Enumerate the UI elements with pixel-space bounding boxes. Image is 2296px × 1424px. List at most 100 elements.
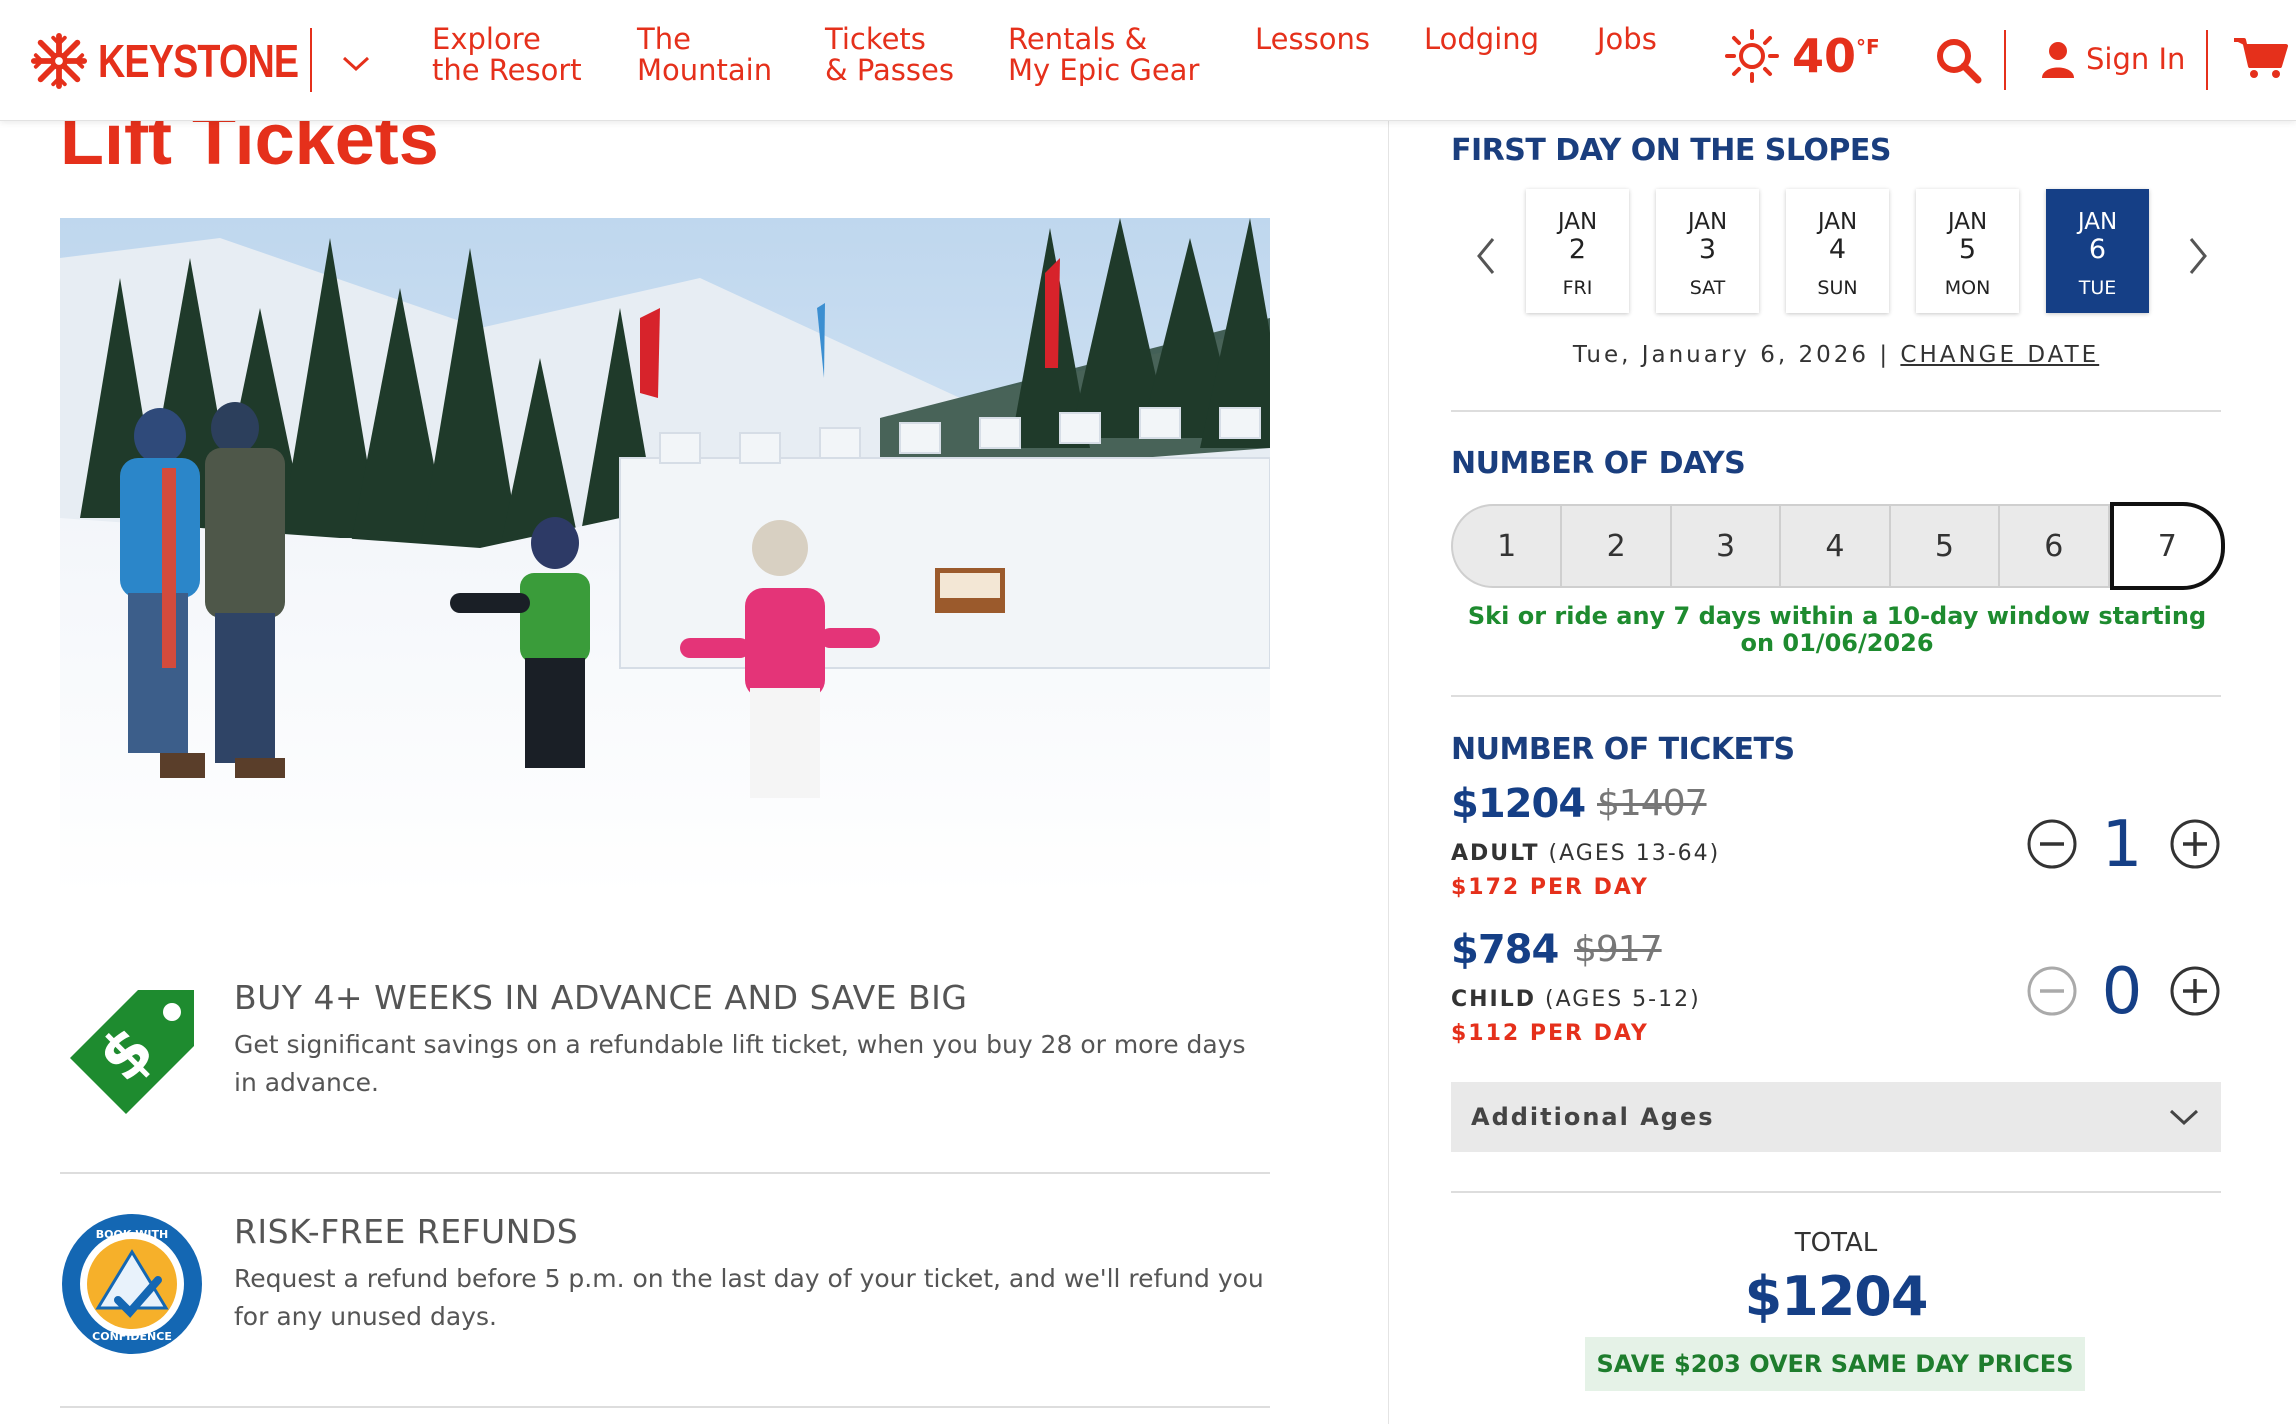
- chevron-left-icon[interactable]: [1471, 231, 1501, 281]
- child-increment-button[interactable]: [2169, 965, 2221, 1017]
- date-option-jan-5[interactable]: JAN 5 MON: [1916, 189, 2019, 313]
- date-weekday: SAT: [1689, 277, 1726, 299]
- date-option-jan-6[interactable]: JAN 6 TUE: [2046, 189, 2149, 313]
- book-with-confidence-icon: BOOK WITH CONFIDENCE: [62, 1214, 202, 1354]
- number-of-tickets-title: NUMBER OF TICKETS: [1451, 732, 1795, 767]
- days-option-3[interactable]: 3: [1672, 506, 1782, 586]
- date-option-jan-3[interactable]: JAN 3 SAT: [1656, 189, 1759, 313]
- nav-jobs[interactable]: Jobs: [1597, 24, 1657, 55]
- date-weekday: FRI: [1562, 277, 1593, 299]
- date-option-jan-2[interactable]: JAN 2 FRI: [1526, 189, 1629, 313]
- days-option-7[interactable]: 7: [2109, 502, 2225, 590]
- nav-label-line2: Mountain: [637, 53, 773, 87]
- brand-name: KEYSTONE: [98, 35, 299, 87]
- adult-per-day-price: $172 PER DAY: [1451, 875, 1649, 900]
- days-option-6[interactable]: 6: [2000, 506, 2110, 586]
- nav-label-line1: Rentals &: [1008, 22, 1148, 56]
- section-divider: [1451, 695, 2221, 697]
- chevron-down-icon: [2169, 1109, 2199, 1126]
- logo-divider: [310, 28, 312, 92]
- nav-label-line2: My Epic Gear: [1008, 53, 1200, 87]
- date-day: 3: [1698, 234, 1717, 265]
- header-divider: [2004, 30, 2006, 90]
- date-weekday: MON: [1944, 277, 1991, 299]
- date-month: JAN: [2077, 209, 2118, 235]
- search-icon[interactable]: [1934, 36, 1982, 84]
- chevron-down-icon[interactable]: [338, 48, 374, 78]
- sign-in-link[interactable]: Sign In: [2040, 40, 2185, 78]
- ticket-type: ADULT: [1451, 841, 1540, 866]
- ticket-type: CHILD: [1451, 987, 1537, 1012]
- temperature-unit: °F: [1856, 35, 1880, 59]
- days-note-line1: Ski or ride any 7 days within a 10-day w…: [1467, 602, 2207, 630]
- section-divider: [1451, 410, 2221, 412]
- date-month: JAN: [1687, 209, 1728, 235]
- number-of-days-selector: 1 2 3 4 5 6 7: [1451, 502, 2225, 590]
- child-per-day-price: $112 PER DAY: [1451, 1021, 1649, 1046]
- savings-badge: SAVE $203 OVER SAME DAY PRICES: [1585, 1337, 2085, 1391]
- adult-original-price: $1407: [1597, 783, 1708, 824]
- feature-title: RISK-FREE REFUNDS: [234, 1212, 579, 1251]
- child-decrement-button[interactable]: [2026, 965, 2078, 1017]
- nav-label-line1: The: [637, 22, 691, 56]
- days-option-1[interactable]: 1: [1453, 506, 1563, 586]
- nav-rentals-and-gear[interactable]: Rentals & My Epic Gear: [1008, 24, 1199, 86]
- child-quantity: 0: [2101, 955, 2143, 1029]
- date-month: JAN: [1817, 209, 1858, 235]
- days-option-5[interactable]: 5: [1891, 506, 2001, 586]
- adult-quantity: 1: [2101, 808, 2143, 882]
- nav-explore-the-resort[interactable]: Explore the Resort: [432, 24, 582, 86]
- child-age-label: CHILD (AGES 5-12): [1451, 987, 1701, 1012]
- adult-decrement-button[interactable]: [2026, 818, 2078, 870]
- page-title: Lift Tickets: [60, 121, 439, 180]
- site-header: KEYSTONE Explore the Resort The Mountain…: [0, 0, 2296, 121]
- user-icon: [2042, 42, 2074, 78]
- feature-divider: [60, 1172, 1270, 1174]
- weather-widget[interactable]: 40°F: [1724, 28, 1880, 84]
- main-content: Lift Tickets $ BUY 4+ WEEKS IN ADVANCE A…: [0, 121, 1388, 1424]
- nav-tickets-and-passes[interactable]: Tickets & Passes: [825, 24, 954, 86]
- chevron-right-icon[interactable]: [2183, 231, 2213, 281]
- feature-description: Get significant savings on a refundable …: [234, 1030, 1246, 1097]
- nav-label-line1: Tickets: [825, 22, 926, 56]
- days-option-4[interactable]: 4: [1781, 506, 1891, 586]
- date-day: 5: [1958, 234, 1977, 265]
- date-month: JAN: [1947, 209, 1988, 235]
- adult-price: $1204: [1451, 781, 1586, 827]
- days-window-note: Ski or ride any 7 days within a 10-day w…: [1451, 603, 2223, 657]
- additional-ages-dropdown[interactable]: Additional Ages: [1451, 1082, 2221, 1152]
- child-original-price: $917: [1574, 929, 1663, 970]
- feature-title: BUY 4+ WEEKS IN ADVANCE AND SAVE BIG: [234, 978, 968, 1017]
- days-option-2[interactable]: 2: [1562, 506, 1672, 586]
- section-divider: [1451, 1191, 2221, 1193]
- total-label: TOTAL: [1794, 1228, 1878, 1258]
- keystone-logo[interactable]: KEYSTONE: [30, 30, 342, 92]
- nav-label-line2: & Passes: [825, 53, 954, 87]
- sun-icon: [1725, 29, 1779, 83]
- badge-text-bottom: CONFIDENCE: [92, 1330, 172, 1343]
- selected-date-text: Tue, January 6, 2026 |: [1572, 342, 1891, 368]
- temperature-value: 40: [1792, 29, 1857, 83]
- ticket-ages: (AGES 5-12): [1545, 987, 1701, 1012]
- nav-the-mountain[interactable]: The Mountain: [637, 24, 772, 86]
- nav-label-line1: Jobs: [1597, 22, 1657, 56]
- date-option-jan-4[interactable]: JAN 4 SUN: [1786, 189, 1889, 313]
- header-divider: [2206, 30, 2208, 90]
- cart-icon[interactable]: [2232, 36, 2288, 80]
- adult-increment-button[interactable]: [2169, 818, 2221, 870]
- date-weekday: SUN: [1817, 277, 1858, 299]
- nav-label-line1: Lodging: [1424, 22, 1540, 56]
- badge-text-top: BOOK WITH: [96, 1228, 168, 1241]
- date-weekday: TUE: [2078, 277, 2117, 299]
- date-day: 2: [1568, 234, 1587, 265]
- change-date-link[interactable]: CHANGE DATE: [1900, 342, 2099, 368]
- nav-lodging[interactable]: Lodging: [1424, 24, 1539, 55]
- nav-lessons[interactable]: Lessons: [1255, 24, 1370, 55]
- hero-image: [60, 218, 1270, 896]
- ticket-ages: (AGES 13-64): [1548, 841, 1721, 866]
- adult-age-label: ADULT (AGES 13-64): [1451, 841, 1720, 866]
- nav-label-line1: Explore: [432, 22, 541, 56]
- date-day: 4: [1828, 234, 1847, 265]
- date-month: JAN: [1557, 209, 1598, 235]
- price-tag-icon: $: [70, 990, 194, 1114]
